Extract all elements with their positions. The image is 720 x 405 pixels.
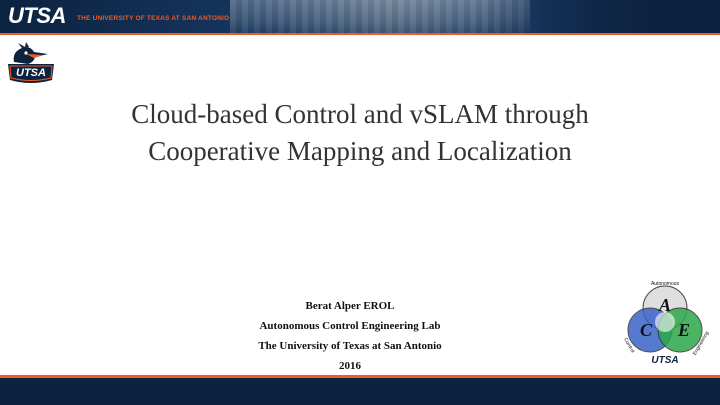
title-line-2: Cooperative Mapping and Localization xyxy=(148,136,572,166)
title-line-1: Cloud-based Control and vSLAM through xyxy=(131,99,589,129)
lab-name: Autonomous Control Engineering Lab xyxy=(259,320,441,332)
ace-letter-a: A xyxy=(658,295,671,315)
header-banner: UTSA THE UNIVERSITY OF TEXAS AT SAN ANTO… xyxy=(0,0,720,33)
slide-title: Cloud-based Control and vSLAM through Co… xyxy=(60,96,660,170)
footer-bar xyxy=(0,378,720,405)
logo-text: UTSA xyxy=(16,67,46,79)
banner-fade xyxy=(480,0,720,33)
author-name: Berat Alper EROL xyxy=(305,300,395,312)
ace-lab-logo: A C E Autonomous Control Engineering UTS… xyxy=(622,281,710,366)
university-subtitle: THE UNIVERSITY OF TEXAS AT SAN ANTONIO xyxy=(77,15,230,22)
utsa-wordmark: UTSA xyxy=(8,3,66,28)
ace-ring-top: Autonomous xyxy=(651,281,680,287)
header-orange-rule xyxy=(0,33,720,35)
ace-letter-e: E xyxy=(677,320,690,340)
university-name: The University of Texas at San Antonio xyxy=(258,340,442,352)
ace-utsa-mark: UTSA xyxy=(651,355,678,366)
utsa-roadrunner-logo: UTSA xyxy=(8,42,54,83)
author-block: Berat Alper EROL Autonomous Control Engi… xyxy=(200,296,500,376)
ace-letter-c: C xyxy=(640,320,653,340)
presentation-year: 2016 xyxy=(339,360,361,372)
